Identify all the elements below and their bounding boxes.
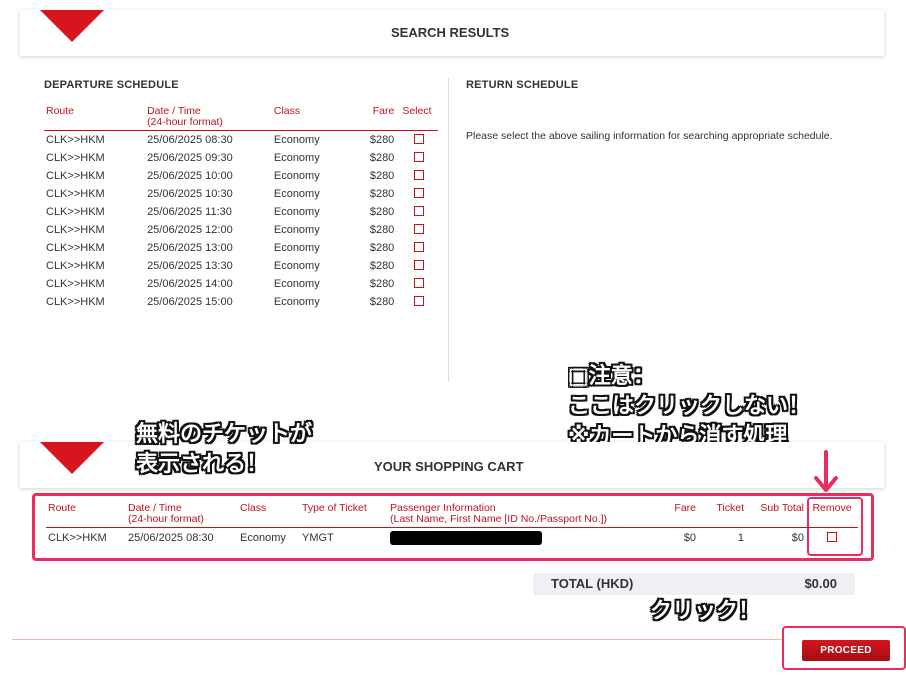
cart-table: Route Date / Time (24-hour format) Class … [46, 503, 858, 548]
footer-divider [12, 639, 782, 640]
cart-col-route: Route [48, 502, 77, 514]
select-checkbox[interactable] [414, 151, 425, 162]
table-row: CLK>>HKM 25/06/2025 10:00 Economy $280 [44, 167, 438, 185]
passenger-info-redacted [390, 531, 542, 545]
table-row: CLK>>HKM 25/06/2025 12:00 Economy $280 [44, 221, 438, 239]
arrow-down-icon [814, 450, 838, 492]
remove-checkbox[interactable] [827, 531, 837, 542]
table-row: CLK>>HKM 25/06/2025 10:30 Economy $280 [44, 185, 438, 203]
select-checkbox[interactable] [414, 205, 425, 216]
col-datetime: Date / Time (24-hour format) [145, 106, 272, 131]
cart-col-passenger: Passenger Information (Last Name, First N… [390, 502, 608, 525]
col-route: Route [46, 105, 75, 117]
cart-col-ticket: Ticket [716, 502, 744, 514]
select-checkbox[interactable] [414, 277, 425, 288]
table-row: CLK>>HKM 25/06/2025 13:30 Economy $280 [44, 257, 438, 275]
cart-col-fare: Fare [674, 502, 696, 514]
col-fare: Fare [372, 105, 395, 117]
table-row: CLK>>HKM 25/06/2025 14:00 Economy $280 [44, 275, 438, 293]
total-bar: TOTAL (HKD) $0.00 [533, 573, 855, 595]
table-row: CLK>>HKM 25/06/2025 08:30 Economy $280 [44, 131, 438, 150]
table-row: CLK>>HKM 25/06/2025 13:00 Economy $280 [44, 239, 438, 257]
brand-triangle-icon [40, 442, 104, 474]
select-checkbox[interactable] [414, 169, 425, 180]
cart-col-remove: Remove [812, 502, 852, 514]
click-annotation: クリック！ [650, 599, 761, 624]
departure-heading: DEPARTURE SCHEDULE [44, 79, 179, 91]
cart-title: YOUR SHOPPING CART [374, 459, 524, 474]
departure-table: Route Date / Time (24-hour format) Class … [44, 106, 438, 311]
table-row: CLK>>HKM 25/06/2025 09:30 Economy $280 [44, 149, 438, 167]
select-checkbox[interactable] [414, 223, 425, 234]
select-checkbox[interactable] [414, 187, 425, 198]
return-heading: RETURN SCHEDULE [466, 79, 579, 91]
search-results-header: SEARCH RESULTS [20, 10, 884, 56]
cart-col-subtotal: Sub Total [760, 502, 804, 514]
select-checkbox[interactable] [414, 295, 425, 306]
total-label: TOTAL (HKD) [551, 576, 634, 591]
brand-triangle-icon [40, 10, 104, 42]
table-row: CLK>>HKM 25/06/2025 15:00 Economy $280 [44, 293, 438, 311]
total-value: $0.00 [804, 576, 837, 591]
free-ticket-annotation: 無料のチケットが 表示される！ [136, 422, 313, 477]
proceed-button[interactable]: PROCEED [802, 640, 890, 661]
search-results-title: SEARCH RESULTS [391, 25, 510, 40]
col-class: Class [273, 105, 301, 117]
col-select: Select [402, 105, 432, 117]
cart-col-datetime: Date / Time (24-hour format) [128, 502, 204, 525]
column-divider [448, 78, 449, 382]
cart-col-ticket-type: Type of Ticket [302, 502, 367, 514]
select-checkbox[interactable] [414, 241, 425, 252]
cart-col-class: Class [240, 502, 267, 514]
cart-row: CLK>>HKM 25/06/2025 08:30 Economy YMGT $… [46, 528, 858, 549]
table-row: CLK>>HKM 25/06/2025 11:30 Economy $280 [44, 203, 438, 221]
col-datetime-sub: (24-hour format) [147, 116, 223, 128]
select-checkbox[interactable] [414, 133, 425, 144]
warning-annotation: □注意： ここはクリックしない！ ※カートから消す処理 [568, 364, 811, 449]
return-message: Please select the above sailing informat… [466, 130, 833, 142]
select-checkbox[interactable] [414, 259, 425, 270]
